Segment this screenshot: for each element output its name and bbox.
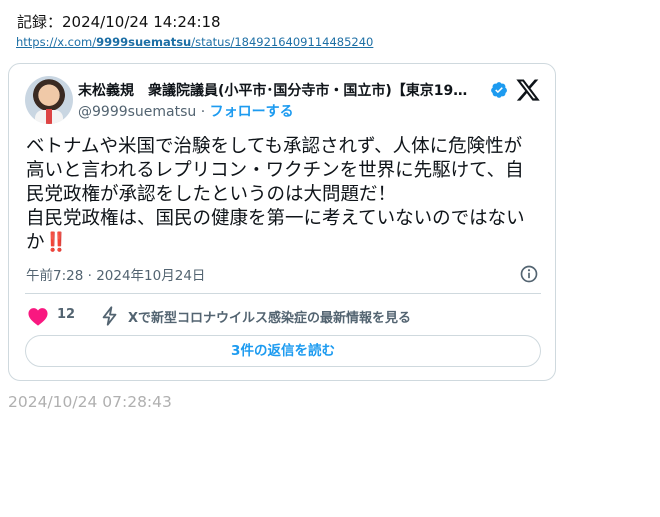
heart-icon[interactable] [27, 306, 49, 326]
handle-separator: · [196, 104, 210, 120]
handle-line: @9999suematsu · フォローする [78, 101, 294, 121]
capture-time: 2024/10/24 07:28:43 [8, 393, 172, 411]
record-timestamp: 記録：2024/10/24 14:24:18 [17, 13, 221, 31]
double-exclamation-emoji: ‼️ [44, 232, 68, 253]
source-link[interactable]: https://x.com/9999suematsu/status/184921… [16, 35, 373, 49]
divider [25, 293, 541, 294]
source-link-prefix: https://x.com/ [16, 35, 97, 49]
tweet-body: ベトナムや米国で治験をしても承認されず、人体に危険性が高いと言われるレプリコン・… [26, 135, 536, 255]
x-logo-icon[interactable] [515, 77, 541, 103]
tweet-body-text: ベトナムや米国で治験をしても承認されず、人体に危険性が高いと言われるレプリコン・… [26, 136, 525, 253]
avatar-tie [46, 109, 52, 124]
handle[interactable]: @9999suematsu [78, 104, 196, 120]
like-count[interactable]: 12 [57, 307, 75, 322]
source-link-suffix: /status/1849216409114485240 [191, 35, 374, 49]
bolt-icon [102, 306, 117, 326]
source-link-user: 9999suematsu [96, 35, 192, 49]
info-icon[interactable] [519, 264, 539, 284]
follow-button[interactable]: フォローする [210, 104, 294, 120]
author-name[interactable]: 末松義規 衆議院議員(小平市･国分寺市・国立市)【東京19… [78, 80, 490, 100]
read-replies-button[interactable]: 3件の返信を読む [25, 335, 541, 367]
tweet-card[interactable]: 末松義規 衆議院議員(小平市･国分寺市・国立市)【東京19… @9999suem… [8, 63, 556, 381]
tweet-timestamp[interactable]: 午前7:28 · 2024年10月24日 [26, 264, 205, 284]
covid-info-link[interactable]: Xで新型コロナウイルス感染症の最新情報を見る [128, 307, 411, 326]
avatar[interactable] [25, 76, 73, 124]
verified-badge-icon [491, 82, 507, 98]
